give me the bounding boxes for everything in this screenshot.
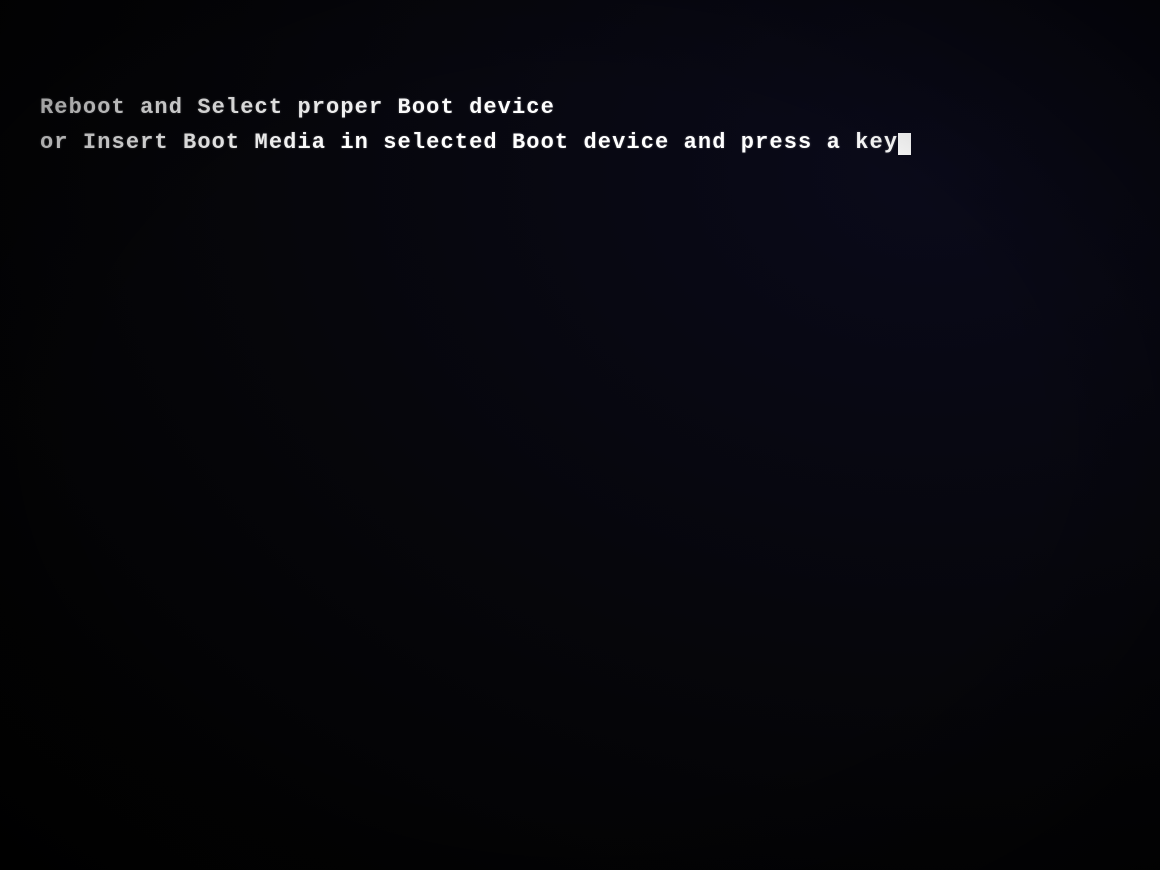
boot-message-container: Reboot and Select proper Boot device or … — [0, 0, 911, 160]
boot-cursor — [898, 133, 911, 155]
boot-message-line1: Reboot and Select proper Boot device — [40, 90, 911, 125]
boot-message-line2: or Insert Boot Media in selected Boot de… — [40, 125, 911, 160]
boot-message-line2-text: or Insert Boot Media in selected Boot de… — [40, 130, 898, 155]
boot-screen: Reboot and Select proper Boot device or … — [0, 0, 1160, 870]
